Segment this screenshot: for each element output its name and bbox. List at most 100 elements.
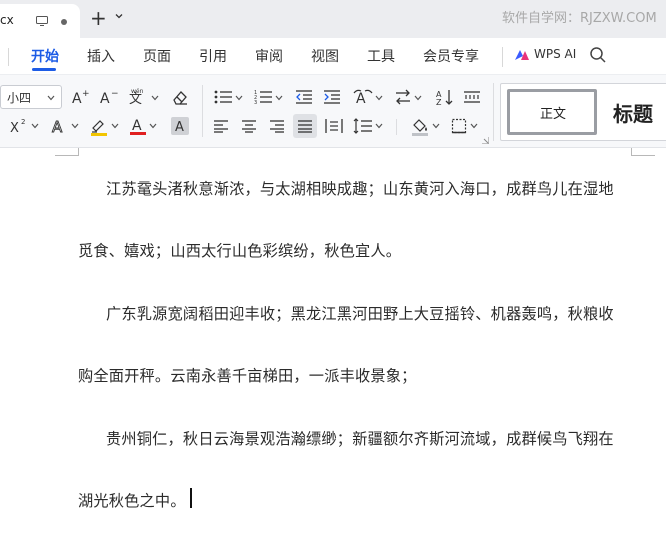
align-right-button[interactable]	[268, 117, 286, 135]
menu-review[interactable]: 审阅	[255, 46, 283, 66]
chevron-down-icon[interactable]	[114, 11, 124, 21]
highlighter-icon	[91, 120, 107, 136]
text-direction-button[interactable]	[394, 88, 412, 106]
chevron-down-icon[interactable]	[432, 123, 440, 129]
outdent-icon	[296, 90, 312, 104]
decrease-indent-button[interactable]	[295, 88, 313, 106]
menu-page[interactable]: 页面	[143, 46, 171, 66]
borders-button[interactable]	[450, 117, 468, 135]
show-marks-button[interactable]	[463, 88, 481, 106]
chevron-down-icon[interactable]	[151, 95, 159, 101]
wps-ai-button[interactable]: WPS AI	[534, 47, 576, 61]
menu-tools[interactable]: 工具	[367, 46, 395, 66]
align-left-icon	[214, 120, 228, 133]
distribute-button[interactable]	[325, 117, 343, 135]
character-shading-icon: A	[175, 120, 184, 134]
paragraph-line[interactable]: 江苏鼋头渚秋意渐浓，与太湖相映成趣；山东黄河入海口，成群鸟儿在湿地	[106, 177, 614, 199]
menu-member[interactable]: 会员专享	[423, 46, 479, 66]
border-icon	[451, 118, 467, 134]
bullet-list-icon	[214, 90, 232, 104]
chevron-down-icon[interactable]	[111, 123, 119, 129]
text-outline-icon: A	[52, 118, 64, 135]
align-center-button[interactable]	[240, 117, 258, 135]
unsaved-dot-icon[interactable]	[61, 19, 67, 25]
wps-ai-icon[interactable]	[514, 47, 530, 63]
font-decrease-icon: A −	[100, 89, 118, 107]
paragraph-line[interactable]: 湖光秋色之中。	[78, 489, 186, 511]
style-gallery: 正文 标题	[500, 83, 666, 141]
character-shading-button[interactable]: A	[171, 117, 189, 135]
chevron-down-icon[interactable]	[275, 95, 283, 101]
menu-insert[interactable]: 插入	[87, 46, 115, 66]
menu-home[interactable]: 开始	[31, 46, 59, 66]
align-right-icon	[270, 120, 284, 133]
highlight-button[interactable]	[89, 116, 109, 136]
search-icon[interactable]	[589, 46, 607, 64]
paint-bucket-icon	[412, 119, 428, 136]
new-tab-button[interactable]: +	[90, 8, 107, 28]
title-bar: cx + 软件自学网：RJZXW.COM	[0, 0, 666, 38]
increase-indent-button[interactable]	[323, 88, 341, 106]
paragraph-line[interactable]: 觅食、嬉戏；山西太行山色彩缤纷，秋色宜人。	[78, 239, 401, 261]
svg-text:A: A	[100, 91, 110, 107]
svg-text:A: A	[52, 118, 63, 135]
style-heading[interactable]: 标题	[613, 98, 653, 127]
formatting-toolbar: 小四 A + A − 文 wén 123 A AZ X2 A A A 正文 标题	[0, 74, 666, 148]
style-normal[interactable]: 正文	[507, 89, 597, 135]
decrease-font-size-button[interactable]: A −	[100, 87, 118, 107]
document-tab[interactable]: cx	[0, 4, 80, 38]
justify-button[interactable]	[293, 114, 317, 138]
text-effects-button[interactable]: A	[353, 87, 373, 107]
chevron-down-icon[interactable]	[375, 95, 383, 101]
chevron-down-icon[interactable]	[31, 123, 39, 129]
svg-text:A: A	[132, 118, 142, 134]
line-spacing-icon	[353, 118, 372, 134]
eraser-icon	[173, 91, 187, 105]
chevron-down-icon[interactable]	[149, 123, 157, 129]
monitor-icon[interactable]	[36, 16, 48, 26]
chevron-down-icon[interactable]	[414, 95, 422, 101]
svg-text:A: A	[175, 120, 184, 134]
chevron-down-icon[interactable]	[470, 123, 478, 129]
svg-text:3: 3	[254, 100, 257, 105]
shading-button[interactable]	[410, 116, 430, 136]
superscript-icon: X2	[10, 118, 25, 135]
document-page[interactable]: 江苏鼋头渚秋意渐浓，与太湖相映成趣；山东黄河入海口，成群鸟儿在湿地 觅食、嬉戏；…	[0, 148, 666, 552]
watermark-text: 软件自学网：RJZXW.COM	[502, 11, 657, 26]
menu-references[interactable]: 引用	[199, 46, 227, 66]
superscript-button[interactable]: X2	[10, 116, 30, 136]
paragraph-line[interactable]: 广东乳源宽阔稻田迎丰收；黑龙江黑河田野上大豆摇铃、机器轰鸣，秋粮收	[106, 302, 614, 324]
align-center-icon	[242, 120, 256, 133]
numbered-list-button[interactable]: 123	[254, 88, 274, 106]
text-effect-icon: A	[353, 89, 373, 106]
active-menu-indicator	[32, 68, 56, 71]
chevron-down-icon[interactable]	[71, 123, 79, 129]
phonetic-guide-button[interactable]: 文 wén	[128, 87, 150, 107]
increase-font-size-button[interactable]: A +	[72, 87, 90, 107]
font-color-button[interactable]: A	[129, 116, 147, 136]
svg-text:wén: wén	[131, 88, 144, 95]
text-outline-button[interactable]: A	[50, 116, 70, 136]
style-normal-label: 正文	[540, 107, 567, 122]
page-corner-mark-left	[55, 148, 79, 156]
paragraph-line[interactable]: 贵州铜仁，秋日云海景观浩瀚缥缈；新疆额尔齐斯河流域，成群候鸟飞翔在	[106, 427, 614, 449]
paragraph-line[interactable]: 购全面开秤。云南永善千亩梯田，一派丰收景象；	[78, 364, 417, 386]
numbered-list-icon: 123	[254, 90, 272, 105]
svg-text:+: +	[82, 89, 90, 99]
font-size-select[interactable]: 小四	[0, 85, 62, 109]
svg-text:2: 2	[21, 118, 25, 126]
text-cursor	[190, 488, 192, 508]
indent-icon	[324, 90, 340, 104]
sort-button[interactable]: AZ	[436, 87, 454, 107]
chevron-down-icon[interactable]	[235, 95, 243, 101]
bullet-list-button[interactable]	[214, 88, 234, 106]
menu-view[interactable]: 视图	[311, 46, 339, 66]
font-size-value: 小四	[7, 91, 32, 105]
chevron-down-icon[interactable]	[375, 123, 383, 129]
clear-format-button[interactable]	[171, 87, 189, 107]
paragraph-settings-launcher-icon[interactable]	[482, 137, 489, 144]
align-left-button[interactable]	[212, 117, 230, 135]
line-spacing-button[interactable]	[353, 117, 373, 135]
svg-text:−: −	[111, 89, 118, 99]
page-corner-mark-right	[631, 148, 655, 156]
